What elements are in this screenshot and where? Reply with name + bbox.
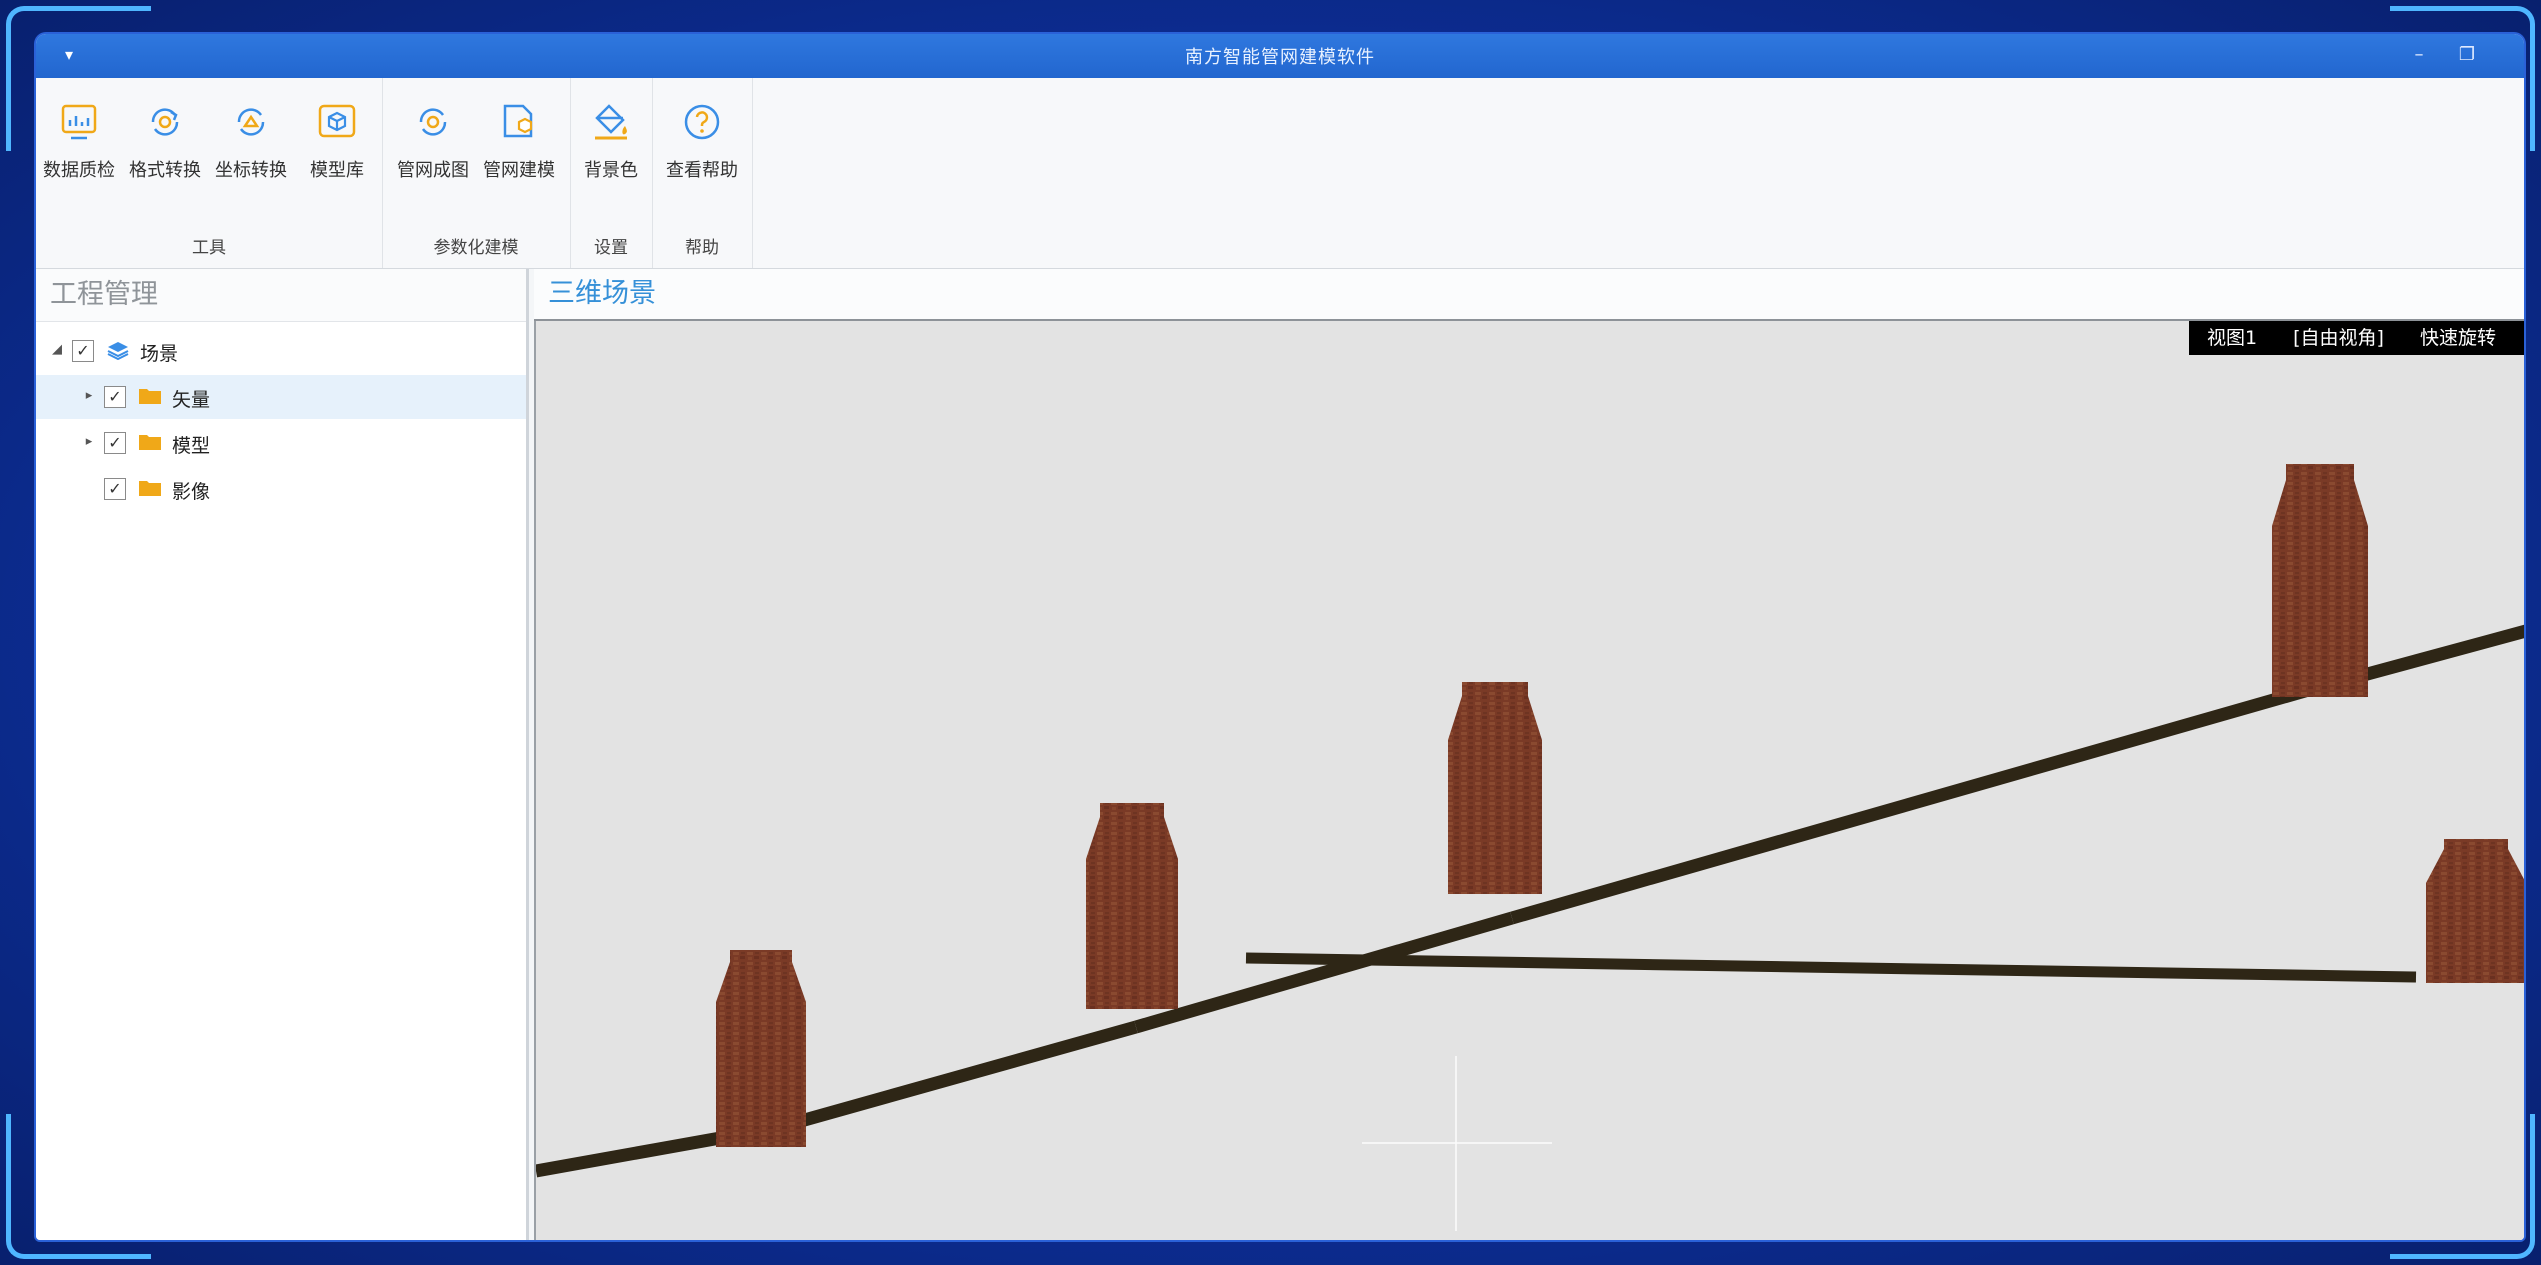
tree-checkbox[interactable]: ✓	[104, 386, 126, 408]
panel-title: 三维场景	[534, 269, 2524, 321]
ribbon-group-label: 工具	[192, 238, 226, 258]
data-check-icon	[61, 104, 97, 140]
3d-viewport[interactable]: 视图1 [自由视角] 快速旋转	[534, 321, 2524, 1240]
pipe-segment[interactable]	[1245, 952, 2417, 983]
pipe-segment[interactable]	[1134, 911, 1514, 1034]
ribbon-button-label: 模型库	[310, 160, 364, 181]
pipe-mapping-button[interactable]: 管网成图	[390, 92, 476, 202]
tree-expand-icon[interactable]: ▸	[82, 434, 96, 449]
manhole-well[interactable]	[2426, 839, 2524, 983]
folder-icon	[139, 389, 161, 404]
quick-rotate[interactable]: 快速旋转	[2420, 327, 2496, 349]
folder-icon	[139, 481, 161, 496]
tree-checkbox[interactable]: ✓	[72, 340, 94, 362]
ribbon-button-label: 数据质检	[43, 160, 115, 181]
ribbon-button-label: 管网建模	[483, 160, 555, 181]
background-color-icon	[595, 104, 627, 140]
pipe-network-scene[interactable]	[536, 321, 2524, 1240]
crosshair-cursor-icon	[1362, 1056, 1552, 1231]
tree-checkbox[interactable]: ✓	[104, 478, 126, 500]
pipe-modeling-button[interactable]: 管网建模	[476, 92, 562, 202]
model-library-icon	[318, 104, 356, 138]
3d-scene-panel: 三维场景 视图1 [自由视角] 快速旋转	[534, 269, 2524, 1240]
tree-node-vector[interactable]: ▸ ✓ 矢量	[36, 375, 526, 419]
tree-node-label: 矢量	[172, 389, 211, 411]
tree-checkbox[interactable]: ✓	[104, 432, 126, 454]
maximize-button[interactable]: ❐	[2450, 40, 2484, 70]
panel-title: 工程管理	[36, 269, 526, 322]
tree-node-label: 模型	[172, 435, 211, 457]
pipe-segment[interactable]	[1510, 682, 2314, 925]
ribbon-button-label: 查看帮助	[666, 160, 738, 181]
manhole-well[interactable]	[1448, 682, 1542, 894]
ribbon-button-label: 格式转换	[129, 160, 201, 181]
folder-icon	[139, 435, 161, 450]
pipe-modeling-icon	[503, 104, 533, 138]
help-button[interactable]: 查看帮助	[659, 92, 745, 202]
model-library-button[interactable]: 模型库	[294, 92, 380, 202]
tree-expand-icon[interactable]: ▸	[82, 388, 96, 403]
coordinate-convert-button[interactable]: 坐标转换	[208, 92, 294, 202]
ribbon-group-label: 设置	[594, 238, 628, 258]
format-convert-icon	[151, 108, 179, 136]
ribbon-button-label: 背景色	[584, 160, 638, 181]
ribbon-group-help: 查看帮助 帮助	[652, 78, 753, 268]
ribbon-group-tools: 数据质检 格式转换 坐标转换 模型库 工具	[36, 78, 383, 268]
ribbon-toolbar: 数据质检 格式转换 坐标转换 模型库 工具 管网成图 管网建模 参数化建模 背景…	[36, 78, 2524, 269]
data-check-button[interactable]: 数据质检	[36, 92, 122, 202]
background-color-button[interactable]: 背景色	[568, 92, 654, 202]
tree-node-imagery[interactable]: ✓ 影像	[36, 467, 526, 511]
coordinate-convert-icon	[237, 108, 265, 136]
tree-node-model[interactable]: ▸ ✓ 模型	[36, 421, 526, 465]
manhole-well[interactable]	[2272, 464, 2368, 697]
ribbon-group-label: 帮助	[685, 238, 719, 258]
ribbon-group-parametric: 管网成图 管网建模 参数化建模	[382, 78, 571, 268]
minimize-button[interactable]: –	[2402, 40, 2436, 70]
tree-collapse-icon[interactable]: ◢	[50, 342, 64, 357]
manhole-well[interactable]	[1086, 803, 1178, 1009]
ribbon-group-label: 参数化建模	[433, 238, 519, 258]
ribbon-button-label: 管网成图	[397, 160, 469, 181]
view-name: 视图1	[2206, 327, 2258, 349]
view-status-bar: 视图1 [自由视角] 快速旋转	[2188, 321, 2524, 355]
window-title: 南方智能管网建模软件	[1185, 47, 1375, 68]
manhole-well[interactable]	[716, 950, 806, 1147]
layers-icon	[107, 342, 129, 360]
tree-node-scene[interactable]: ◢ ✓ 场景	[36, 329, 526, 373]
app-window: ▾ 南方智能管网建模软件 – ❐ 数据质检 格式转换 坐标转换 模型库 工具 管…	[36, 34, 2524, 1240]
pipe-segment[interactable]	[774, 1020, 1138, 1135]
format-convert-button[interactable]: 格式转换	[122, 92, 208, 202]
help-icon	[684, 104, 720, 140]
tree-node-label: 影像	[172, 481, 211, 503]
view-mode[interactable]: [自由视角]	[2293, 327, 2384, 349]
title-bar: ▾ 南方智能管网建模软件 – ❐	[36, 34, 2524, 78]
pipe-mapping-icon	[419, 108, 447, 136]
ribbon-button-label: 坐标转换	[215, 160, 287, 181]
ribbon-group-settings: 背景色 设置	[570, 78, 653, 268]
tree-node-label: 场景	[140, 343, 179, 365]
project-management-panel: 工程管理 ◢ ✓ 场景 ▸ ✓ 矢量 ▸ ✓ 模型 ✓ 影像	[36, 269, 529, 1240]
